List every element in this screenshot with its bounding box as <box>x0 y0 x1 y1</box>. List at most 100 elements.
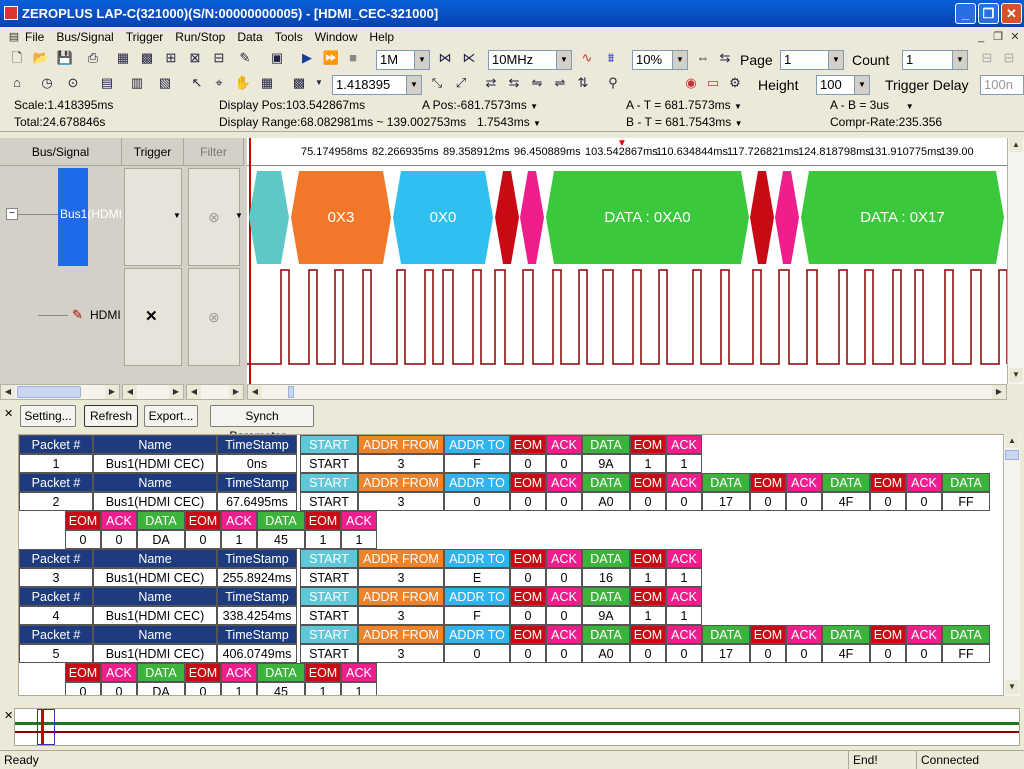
scroll-right-icon[interactable]: ▶ <box>169 385 183 399</box>
bus-segment[interactable]: DATA : 0XA0 <box>546 171 749 264</box>
waveform-view[interactable]: 75.174958ms 82.266935ms 89.358912ms 96.4508… <box>247 138 1007 400</box>
binoculars-icon[interactable]: ⚲ <box>602 72 624 94</box>
scale-select[interactable]: 1.418395 ▼ <box>332 75 422 95</box>
compress-icon[interactable]: ⋈ <box>434 47 456 69</box>
waveform-horizontal-scrollbar[interactable]: ◀ ▶ <box>247 384 1007 400</box>
document-icon[interactable]: ▤ <box>6 29 22 45</box>
bus-a-icon[interactable]: ⇄ <box>480 72 502 94</box>
bus-segment[interactable]: 0X0 <box>393 171 493 264</box>
scroll-left-icon[interactable]: ◀ <box>248 385 262 399</box>
scroll-left-icon[interactable]: ◀ <box>1 385 15 399</box>
close-button[interactable]: ✕ <box>1001 3 1022 24</box>
count-select[interactable]: 1 ▼ <box>902 50 968 70</box>
menu-help[interactable]: Help <box>369 30 394 44</box>
bus-b-icon[interactable]: ⇆ <box>503 72 525 94</box>
overview-pane[interactable]: ✕ <box>0 705 1024 747</box>
protocol-icon[interactable]: ▧ <box>154 72 176 94</box>
menu-tools[interactable]: Tools <box>275 30 303 44</box>
clock-wave-icon[interactable]: ∿ <box>576 47 598 69</box>
overview-view-window[interactable] <box>37 709 55 745</box>
scroll-right-icon[interactable]: ▶ <box>229 385 243 399</box>
trigger-delay-input[interactable]: 100n <box>980 75 1024 95</box>
packet-list-scrollbar[interactable]: ▲ ▼ <box>1003 434 1020 696</box>
edit-icon[interactable]: ✎ <box>234 47 256 69</box>
run-repeat-icon[interactable]: ⏩ <box>320 47 342 69</box>
close-pane-icon[interactable]: ✕ <box>4 709 13 722</box>
bus-trigger-cell[interactable]: ▼ <box>124 168 182 266</box>
cursor-select-icon[interactable]: ⌖ <box>208 72 230 94</box>
packet-list[interactable]: Packet # Name TimeStamp START ADDR FROM ADDR … <box>18 434 1004 696</box>
mdi-close-icon[interactable]: ✕ <box>1007 29 1023 45</box>
state-list-icon[interactable]: ▤ <box>96 72 118 94</box>
refresh-button[interactable]: Refresh <box>84 405 138 427</box>
collapse-icon[interactable]: − <box>6 208 18 220</box>
channel-group-icon[interactable]: ⊞ <box>160 47 182 69</box>
maximize-button[interactable]: ❐ <box>978 3 999 24</box>
stop-icon[interactable]: ■ <box>342 47 364 69</box>
mdi-restore-icon[interactable]: ❐ <box>990 29 1006 45</box>
close-pane-icon[interactable]: ✕ <box>4 407 13 420</box>
menu-window[interactable]: Window <box>315 30 358 44</box>
scroll-thumb[interactable] <box>1005 450 1019 460</box>
bus-segment[interactable] <box>249 171 289 264</box>
chevron-down-icon[interactable]: ▼ <box>308 72 330 94</box>
bus-icon[interactable]: ▭ <box>702 72 724 94</box>
menu-file[interactable]: File <box>25 30 44 44</box>
signal-trigger-cell[interactable]: ✕ <box>124 268 182 366</box>
menu-run-stop[interactable]: Run/Stop <box>175 30 225 44</box>
menu-data[interactable]: Data <box>237 30 262 44</box>
trigger-scrollbar[interactable]: ◀ ▶ <box>122 384 184 400</box>
home-icon[interactable]: ⌂ <box>6 72 28 94</box>
record-icon[interactable]: ◉ <box>680 72 702 94</box>
trigger-position-select[interactable]: 10% ▼ <box>632 50 688 70</box>
a-t-readout[interactable]: A - T = 681.7573ms ▼ <box>626 98 742 112</box>
trigger-config-icon[interactable]: ⊠ <box>184 47 206 69</box>
mdi-minimize-icon[interactable]: _ <box>973 29 989 45</box>
cursor-a-icon[interactable]: ⤡ <box>426 72 448 94</box>
zoom-in-icon[interactable]: ⇔ <box>692 47 714 69</box>
a-pos-readout[interactable]: A Pos:-681.7573ms ▼ <box>422 98 538 112</box>
a-b-readout[interactable]: A - B = 3us ▼ <box>830 98 914 112</box>
signal-wave-icon[interactable]: ⩩ <box>600 47 622 69</box>
grid-icon[interactable]: ▩ <box>288 72 310 94</box>
menu-trigger[interactable]: Trigger <box>126 30 164 44</box>
scroll-down-icon[interactable]: ▼ <box>1005 680 1019 694</box>
page-select[interactable]: 1 ▼ <box>780 50 844 70</box>
bus-segment[interactable]: 0X3 <box>291 171 391 264</box>
bus-segment[interactable]: DATA : 0X17 <box>801 171 1004 264</box>
scroll-up-icon[interactable]: ▲ <box>1009 138 1023 152</box>
scroll-thumb[interactable] <box>288 386 294 398</box>
packet-list-icon[interactable]: ▣ <box>266 47 288 69</box>
signal-config-icon[interactable]: ▩ <box>136 47 158 69</box>
overview-canvas[interactable] <box>14 708 1020 746</box>
bus-list-icon[interactable]: ▥ <box>126 72 148 94</box>
bus-d-icon[interactable]: ⇌ <box>549 72 571 94</box>
bus-segment[interactable] <box>775 171 799 264</box>
prev-page-icon[interactable]: ⊟ <box>976 47 998 69</box>
ruler-icon[interactable]: ▦ <box>256 72 278 94</box>
height-select[interactable]: 100 ▼ <box>816 75 870 95</box>
pointer-icon[interactable]: ↖ <box>186 72 208 94</box>
menu-bus-signal[interactable]: Bus/Signal <box>56 30 113 44</box>
bus-e-icon[interactable]: ⇅ <box>572 72 594 94</box>
memory-depth-select[interactable]: 1M ▼ <box>376 50 430 70</box>
scroll-left-icon[interactable]: ◀ <box>123 385 137 399</box>
scroll-left-icon[interactable]: ◀ <box>187 385 201 399</box>
time-ruler[interactable]: 75.174958ms 82.266935ms 89.358912ms 96.4508… <box>247 138 1007 166</box>
filter-icon[interactable]: ⊟ <box>208 47 230 69</box>
run-icon[interactable]: ▶ <box>296 47 318 69</box>
hand-icon[interactable]: ✋ <box>232 72 254 94</box>
open-folder-icon[interactable]: 📂 <box>30 47 52 69</box>
decompress-icon[interactable]: ⋉ <box>458 47 480 69</box>
scroll-down-icon[interactable]: ▼ <box>1009 368 1023 382</box>
scroll-thumb[interactable] <box>17 386 81 398</box>
capture-icon[interactable]: ⊙ <box>62 72 84 94</box>
bus-filter-cell[interactable]: ⊗ ▼ <box>188 168 243 266</box>
sample-rate-select[interactable]: 10MHz ▼ <box>488 50 572 70</box>
bus-config-icon[interactable]: ▦ <box>112 47 134 69</box>
b-pos-readout[interactable]: 1.7543ms ▼ <box>477 115 541 129</box>
scroll-right-icon[interactable]: ▶ <box>105 385 119 399</box>
minimize-button[interactable]: _ <box>955 3 976 24</box>
settings-icon[interactable]: ⚙ <box>724 72 746 94</box>
scroll-up-icon[interactable]: ▲ <box>1005 434 1019 448</box>
